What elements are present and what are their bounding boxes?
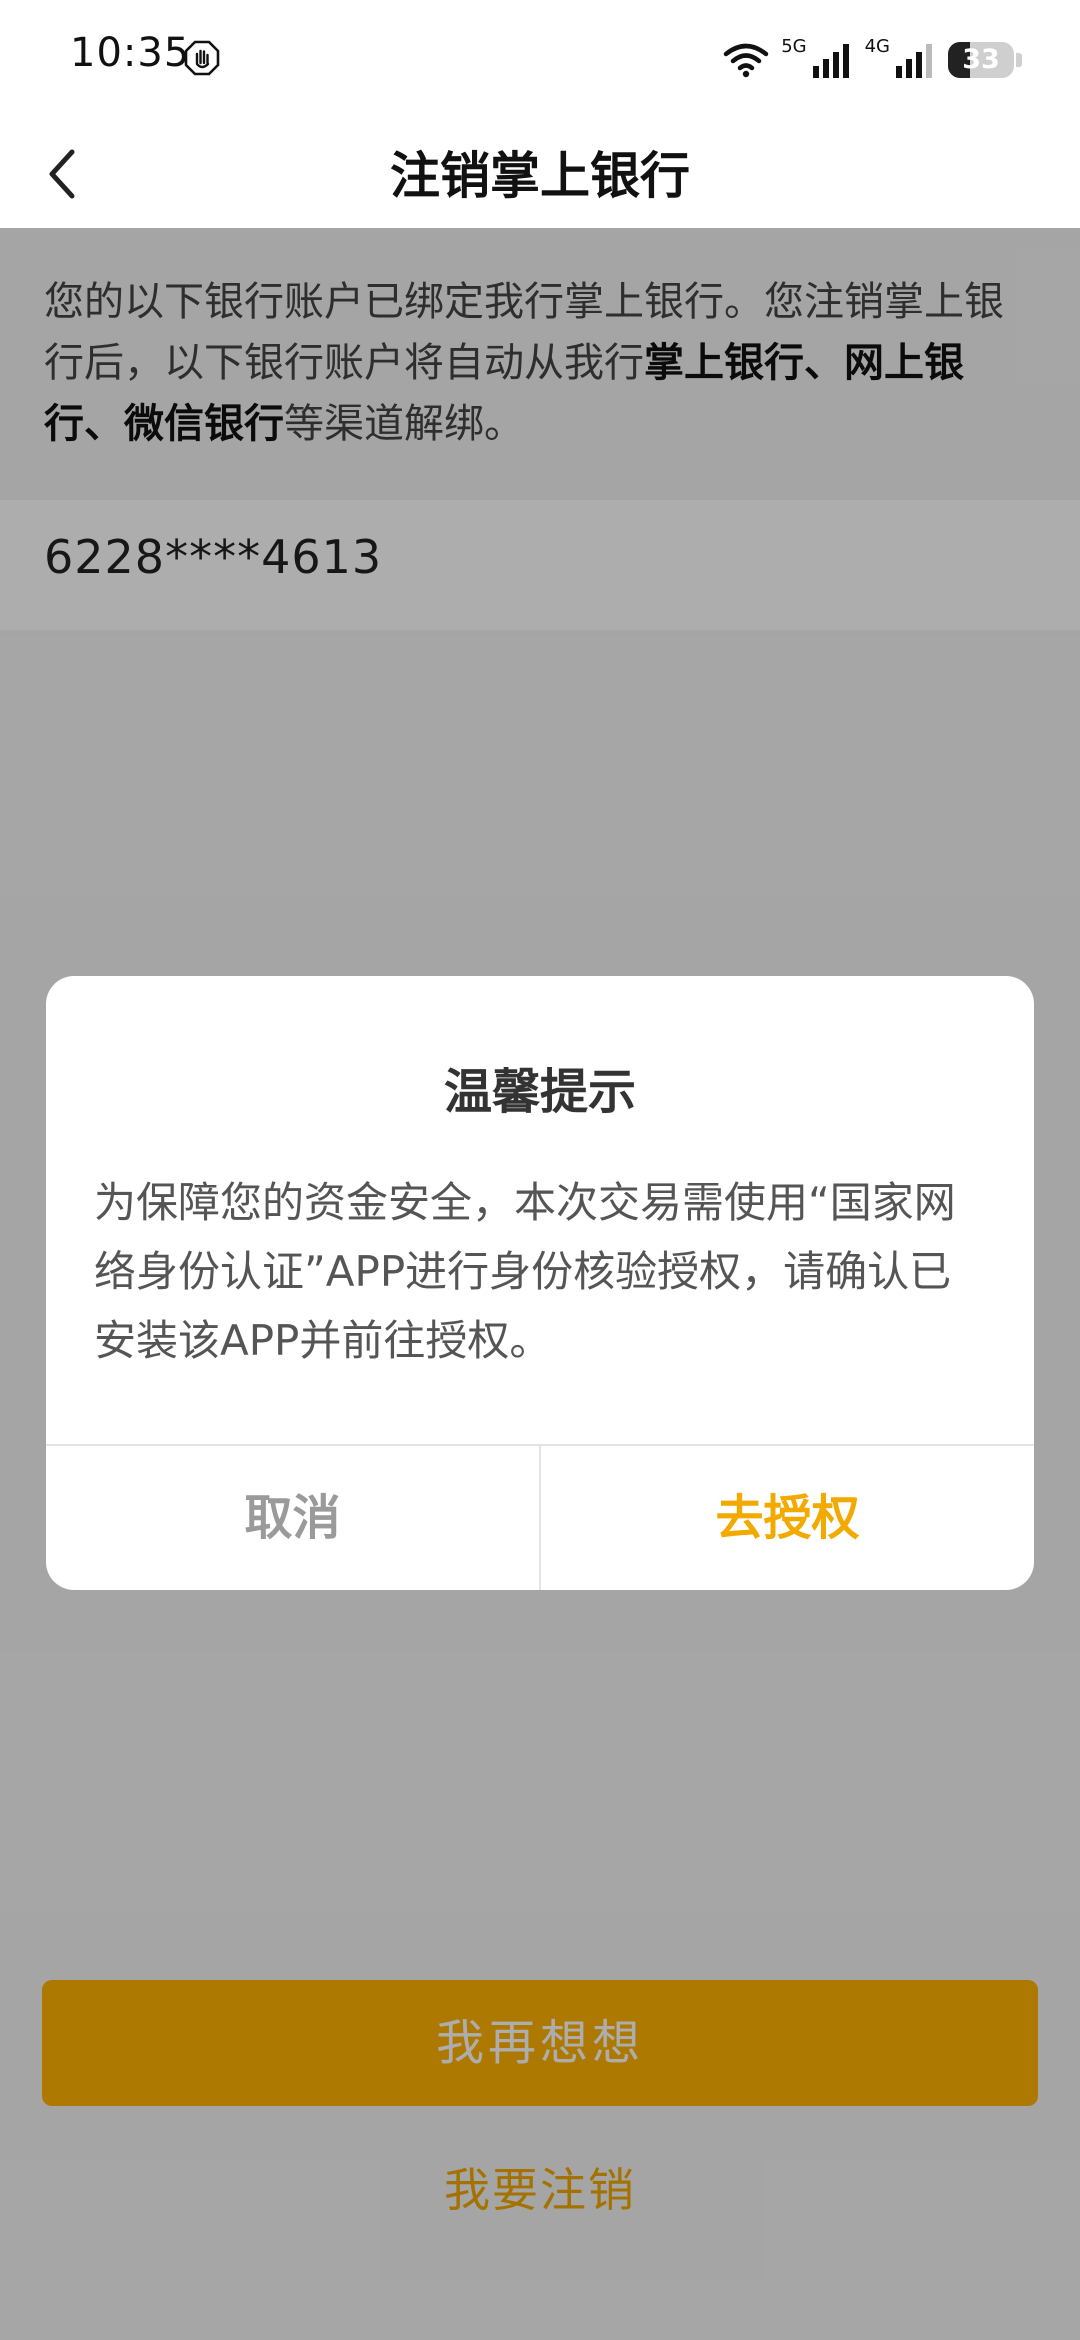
dialog-cancel-button[interactable]: 取消 — [46, 1446, 541, 1590]
authorization-dialog: 温馨提示 为保障您的资金安全，本次交易需使用“国家网络身份认证”APP进行身份核… — [46, 976, 1034, 1590]
dialog-body: 为保障您的资金安全，本次交易需使用“国家网络身份认证”APP进行身份核验授权，请… — [94, 1178, 956, 1365]
battery-level: 33 — [962, 44, 1000, 75]
status-bar: 10:35 5G 4G 33 — [0, 0, 1080, 120]
dialog-authorize-button[interactable]: 去授权 — [541, 1446, 1034, 1590]
signal-icon-2 — [896, 44, 932, 78]
dialog-title: 温馨提示 — [443, 1064, 636, 1120]
screen: 10:35 5G 4G 33 注销掌上银行 您的以下银行账户已绑定我行掌上银行。… — [0, 0, 1080, 2340]
battery-tip — [1016, 53, 1022, 67]
dialog-actions: 取消 去授权 — [46, 1444, 1034, 1590]
wifi-icon — [723, 43, 769, 78]
status-time: 10:35 — [70, 30, 191, 76]
page-title: 注销掌上银行 — [390, 147, 690, 205]
nav-header: 注销掌上银行 — [0, 120, 1080, 228]
hand-stop-icon — [184, 40, 220, 76]
network-type-1: 5G — [781, 36, 807, 57]
battery-icon: 33 — [948, 42, 1014, 78]
status-icons: 5G 4G 33 — [723, 38, 1022, 82]
signal-icon — [812, 44, 849, 78]
network-type-2: 4G — [864, 36, 890, 57]
